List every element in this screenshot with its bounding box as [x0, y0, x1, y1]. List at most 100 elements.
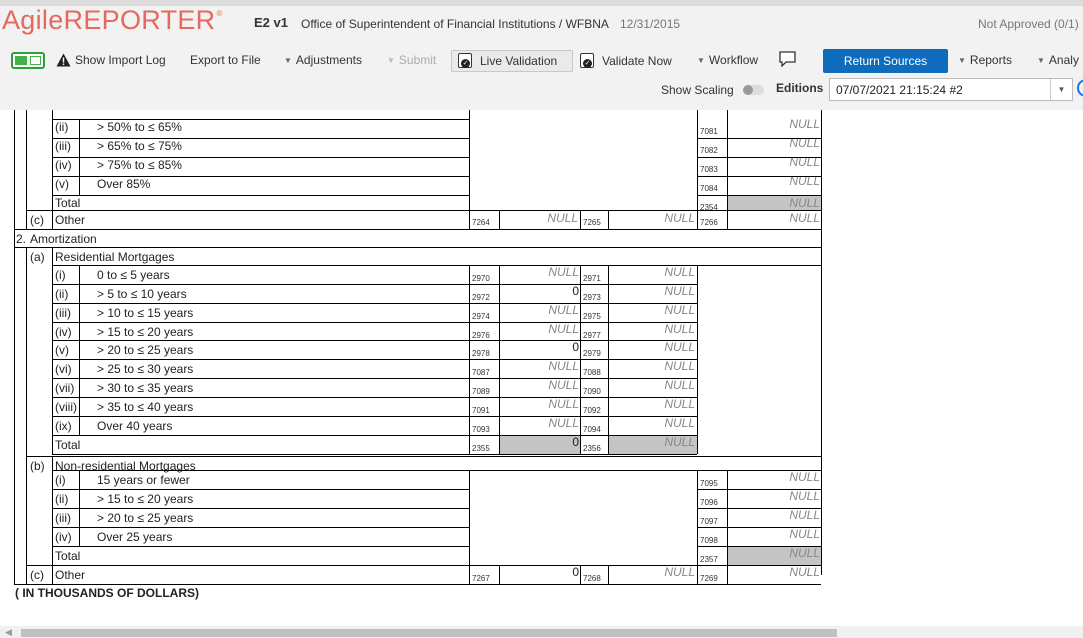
help-icon[interactable] — [1077, 79, 1083, 97]
validate-now-button[interactable]: ✓ Validate Now — [580, 53, 672, 68]
row-label: > 5 to ≤ 10 years — [97, 287, 187, 301]
row-label: Total — [55, 196, 81, 210]
row-number: (iii) — [55, 306, 71, 320]
line-code: 7088 — [583, 368, 601, 377]
live-validation-button[interactable]: ✓ Live Validation — [458, 53, 557, 68]
value-cell[interactable]: 0 — [519, 435, 579, 449]
value-cell[interactable]: NULL — [635, 284, 695, 298]
row-number: (a) — [30, 250, 45, 264]
export-to-file-button[interactable]: Export to File — [190, 53, 261, 67]
value-cell[interactable]: NULL — [635, 416, 695, 430]
grid-line — [52, 527, 469, 528]
grid-line — [499, 210, 500, 229]
line-code: 7093 — [472, 425, 490, 434]
value-cell[interactable]: NULL — [760, 546, 820, 560]
value-cell[interactable]: NULL — [760, 508, 820, 522]
grid-line — [52, 110, 53, 210]
grid-line — [52, 454, 697, 455]
document-check-icon: ✓ — [458, 53, 472, 68]
line-code: 7098 — [700, 536, 718, 545]
show-import-log-label: Show Import Log — [75, 53, 166, 67]
comment-button[interactable] — [779, 51, 796, 67]
value-cell[interactable]: 0 — [519, 284, 579, 298]
line-code: 2971 — [583, 274, 601, 283]
show-scaling-toggle[interactable] — [743, 85, 764, 95]
grid-line — [469, 110, 470, 210]
scroll-left-icon[interactable]: ◀ — [5, 627, 12, 638]
value-cell[interactable]: NULL — [635, 565, 695, 579]
row-label: > 10 to ≤ 15 years — [97, 306, 194, 320]
value-cell[interactable]: NULL — [760, 211, 820, 225]
value-cell[interactable]: NULL — [519, 378, 579, 392]
grid-line — [52, 340, 697, 341]
reports-menu[interactable]: ▼ Reports — [958, 53, 1012, 67]
line-code: 2978 — [472, 349, 490, 358]
value-cell[interactable]: NULL — [635, 303, 695, 317]
grid-line — [697, 138, 821, 139]
grid-line — [52, 247, 53, 454]
value-cell[interactable]: NULL — [519, 397, 579, 411]
workflow-menu[interactable]: ▼ Workflow — [697, 53, 758, 67]
comment-icon — [779, 51, 796, 67]
grid-line — [469, 210, 470, 229]
adjustments-menu[interactable]: ▼ Adjustments — [284, 53, 362, 67]
value-cell[interactable]: NULL — [635, 211, 695, 225]
grid-line — [14, 247, 821, 248]
value-cell[interactable]: NULL — [760, 196, 820, 210]
value-cell[interactable]: NULL — [760, 489, 820, 503]
row-number: (ii) — [55, 120, 69, 134]
value-cell[interactable]: NULL — [635, 435, 695, 449]
section-number: 2. — [16, 232, 27, 246]
edition-value: 07/07/2021 21:15:24 #2 — [836, 83, 963, 97]
value-cell[interactable]: 0 — [519, 340, 579, 354]
line-code: 7267 — [472, 574, 490, 583]
value-cell[interactable]: NULL — [635, 378, 695, 392]
value-cell[interactable]: 0 — [519, 565, 579, 579]
line-code: 7083 — [700, 165, 718, 174]
caret-down-icon: ▼ — [958, 55, 966, 65]
show-import-log-button[interactable]: Show Import Log — [56, 53, 166, 67]
grid-line — [727, 110, 728, 230]
grid-line — [52, 195, 469, 196]
caret-down-icon: ▼ — [284, 55, 292, 65]
editions-select[interactable]: 07/07/2021 21:15:24 #2 ▼ — [829, 78, 1073, 101]
value-cell[interactable]: NULL — [519, 416, 579, 430]
value-cell[interactable]: NULL — [518, 211, 578, 225]
grid-line — [469, 565, 470, 584]
grid-view-icon[interactable] — [11, 52, 45, 69]
value-cell[interactable]: NULL — [519, 359, 579, 373]
value-cell[interactable]: NULL — [760, 117, 820, 131]
line-code: 2357 — [700, 555, 718, 564]
line-code: 7092 — [583, 406, 601, 415]
row-label: > 25 to ≤ 30 years — [97, 362, 194, 376]
row-number: (iv) — [55, 325, 72, 339]
value-cell[interactable]: NULL — [635, 322, 695, 336]
row-label: Over 85% — [97, 177, 151, 191]
grid-line — [499, 565, 500, 584]
value-cell[interactable]: NULL — [635, 265, 695, 279]
value-cell[interactable]: NULL — [635, 359, 695, 373]
value-cell[interactable]: NULL — [519, 303, 579, 317]
row-number: (vi) — [55, 362, 72, 376]
row-number: (i) — [55, 473, 66, 487]
line-code: 7268 — [583, 574, 601, 583]
grid-line — [52, 119, 469, 120]
value-cell[interactable]: NULL — [635, 340, 695, 354]
approval-status[interactable]: Not Approved (0/1) — [978, 17, 1079, 31]
return-sources-button[interactable]: Return Sources — [823, 49, 948, 73]
row-label: 0 to ≤ 5 years — [97, 268, 170, 282]
caret-down-icon: ▼ — [697, 55, 705, 65]
value-cell[interactable]: NULL — [519, 322, 579, 336]
scrollbar-thumb[interactable] — [21, 629, 837, 637]
value-cell[interactable]: NULL — [760, 527, 820, 541]
analysis-menu[interactable]: ▼ Analy — [1037, 53, 1079, 67]
value-cell[interactable]: NULL — [519, 265, 579, 279]
grid-line — [52, 265, 821, 266]
grid-line — [52, 284, 697, 285]
submit-menu[interactable]: ▼ Submit — [387, 53, 436, 67]
value-cell[interactable]: NULL — [760, 565, 820, 579]
value-cell[interactable]: NULL — [760, 470, 820, 484]
value-cell[interactable]: NULL — [635, 397, 695, 411]
line-code: 2355 — [472, 444, 490, 453]
horizontal-scrollbar[interactable]: ◀ — [0, 626, 1083, 638]
